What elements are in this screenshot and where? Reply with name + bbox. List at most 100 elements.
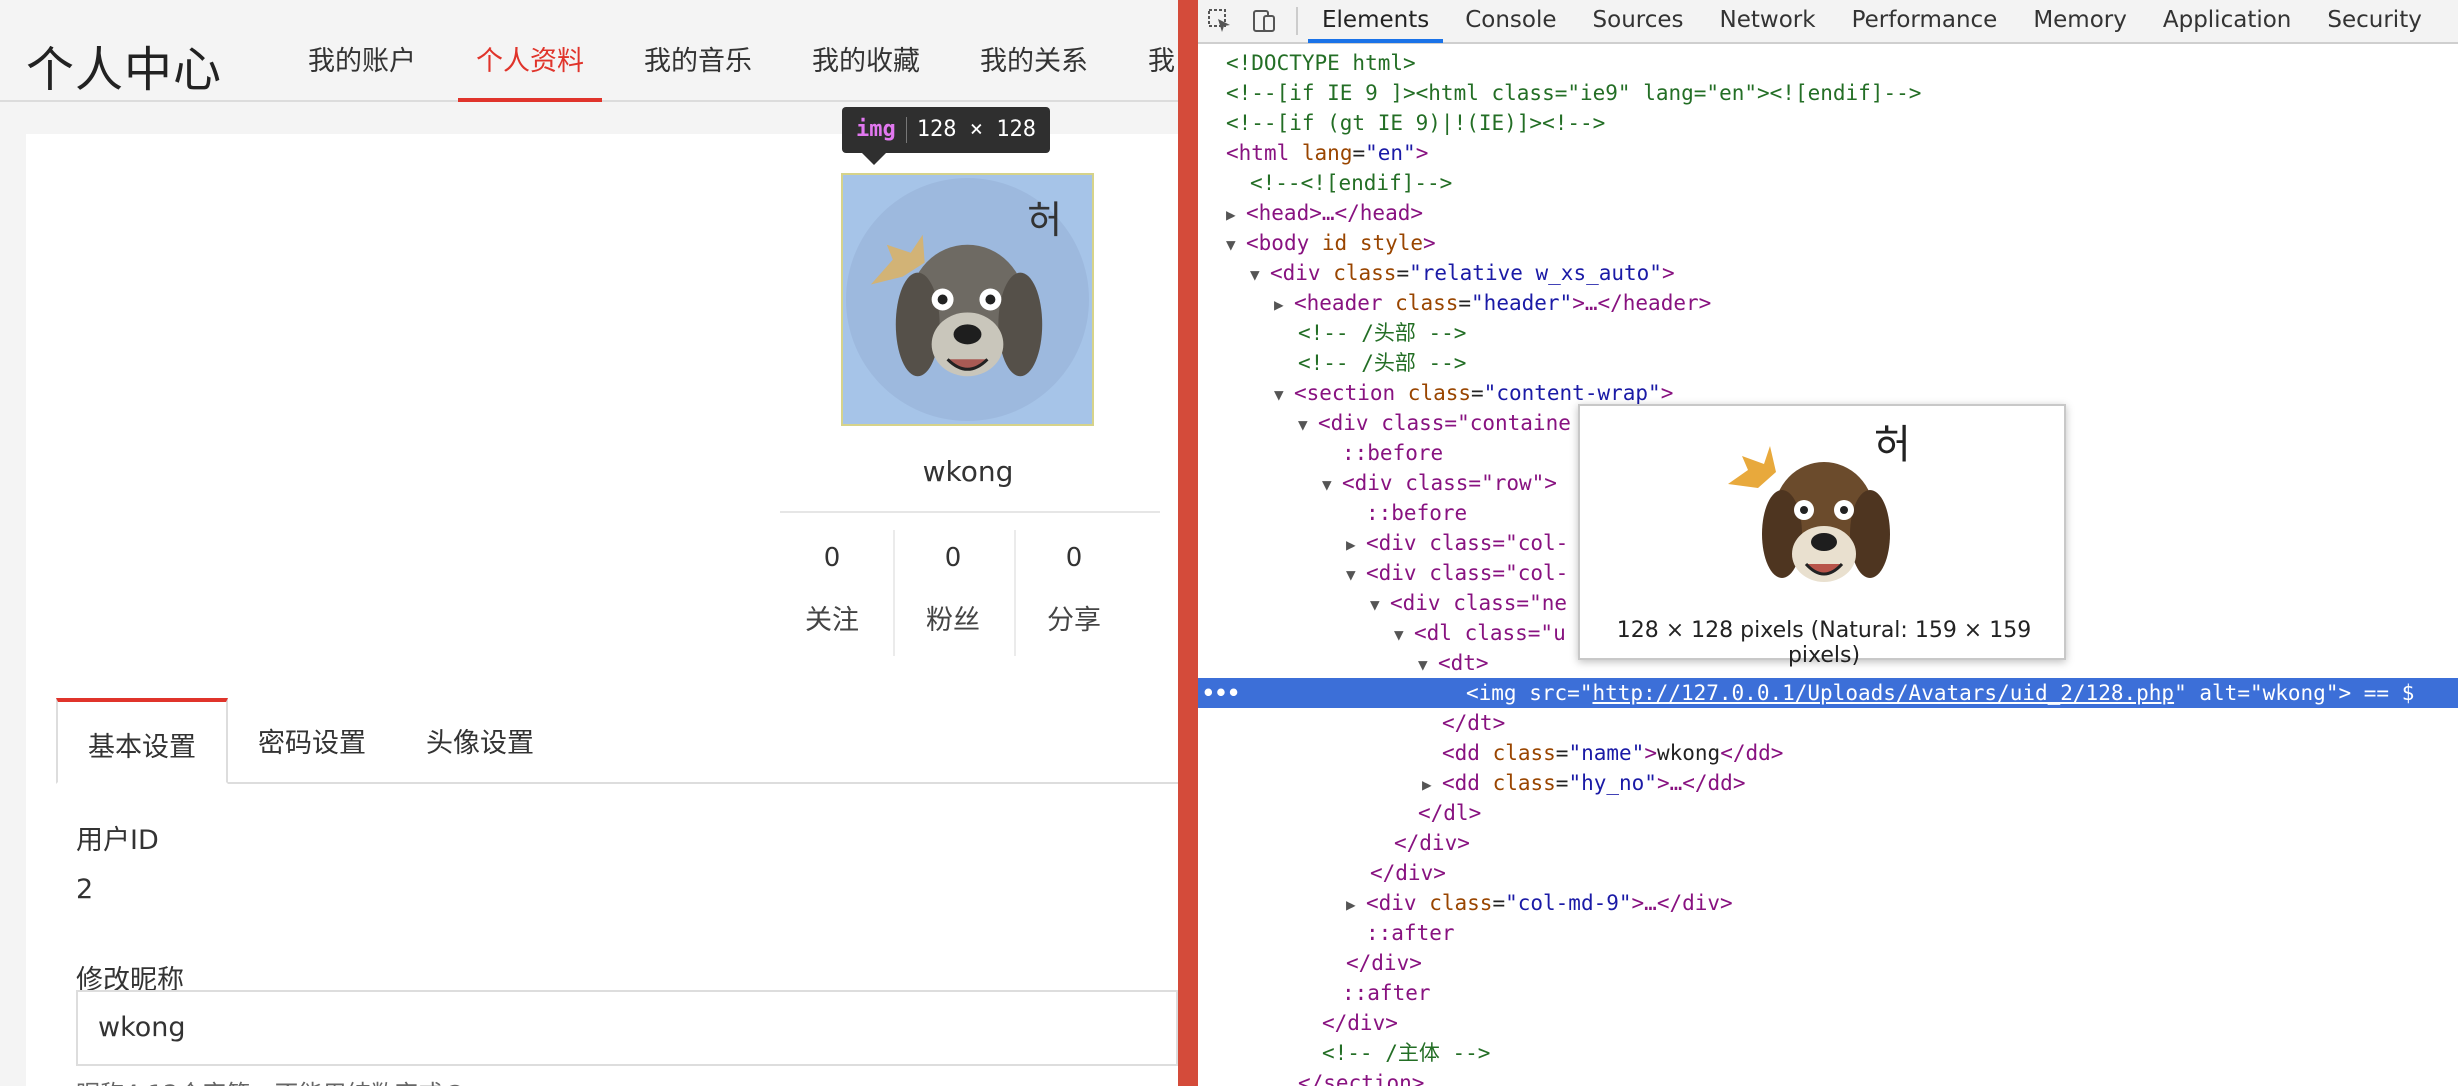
collapse-triangle-icon[interactable]: ▼: [1226, 230, 1246, 260]
img-src-link[interactable]: http://127.0.0.1/Uploads/Avatars/uid_2/1…: [1592, 681, 2174, 705]
avatar[interactable]: 허: [841, 173, 1094, 426]
dom-attr-value: "hy_no": [1568, 771, 1657, 795]
dom-comment: <!--[if IE 9 ]><html class="ie9" lang="e…: [1226, 81, 1922, 105]
profile-page: 个人中心 我的账户 个人资料 我的音乐 我的收藏 我的关系 我 img 128 ×…: [0, 0, 1178, 1086]
nav-my-music[interactable]: 我的音乐: [626, 0, 770, 102]
stat-shares-count: 0: [1065, 543, 1083, 573]
preview-avatar-text: 허: [1874, 422, 1911, 468]
page-title: 个人中心: [26, 42, 223, 98]
devtools-tab-elements[interactable]: Elements: [1308, 0, 1444, 43]
collapse-triangle-icon[interactable]: ▼: [1322, 470, 1342, 500]
collapse-triangle-icon[interactable]: ▼: [1298, 410, 1318, 440]
devtools-tab-console[interactable]: Console: [1451, 0, 1570, 43]
dom-line[interactable]: </div>: [1198, 948, 2458, 978]
dom-line[interactable]: ::after: [1198, 978, 2458, 1008]
more-options-icon[interactable]: •••: [1202, 678, 1240, 708]
nav-profile[interactable]: 个人资料: [458, 0, 602, 102]
dom-line[interactable]: <!-- /头部 -->: [1198, 348, 2458, 378]
nav-my-relations[interactable]: 我的关系: [962, 0, 1106, 102]
pane-splitter[interactable]: [1178, 0, 1198, 1086]
dom-line[interactable]: </div>: [1198, 1008, 2458, 1038]
dom-text: wkong: [1656, 741, 1721, 765]
nav-more[interactable]: 我: [1130, 0, 1178, 102]
dom-attr-value: "col-md-9": [1505, 891, 1632, 915]
top-bar: 个人中心 我的账户 个人资料 我的音乐 我的收藏 我的关系 我: [0, 0, 1178, 102]
dom-tag: <div class="col-: [1366, 561, 1569, 585]
collapse-triangle-icon[interactable]: ▼: [1250, 260, 1270, 290]
dom-line[interactable]: <!-- /头部 -->: [1198, 318, 2458, 348]
dom-line[interactable]: <!--[if IE 9 ]><html class="ie9" lang="e…: [1198, 78, 2458, 108]
devtools-panel: Elements Console Sources Network Perform…: [1198, 0, 2458, 1086]
expand-triangle-icon[interactable]: ▶: [1346, 530, 1366, 560]
device-toolbar-icon[interactable]: [1242, 0, 1286, 43]
dom-attr: id style: [1321, 231, 1424, 255]
dom-tag: <head>…</head>: [1246, 201, 1424, 225]
dom-line[interactable]: ▶ <header class="header">…</header>: [1198, 288, 2458, 318]
dom-line[interactable]: </dl>: [1198, 798, 2458, 828]
dom-line[interactable]: <dd class="name">wkong</dd>: [1198, 738, 2458, 768]
devtools-tab-sources[interactable]: Sources: [1579, 0, 1698, 43]
stat-following-label: 关注: [805, 605, 859, 636]
expand-triangle-icon[interactable]: ▶: [1422, 770, 1442, 800]
dog-preview-icon: 허: [1728, 422, 1911, 582]
toolbar-separator: [1296, 7, 1298, 35]
dom-line[interactable]: <!-- /主体 -->: [1198, 1038, 2458, 1068]
collapse-triangle-icon[interactable]: ▼: [1370, 590, 1390, 620]
nickname-input[interactable]: wkong: [76, 990, 1178, 1066]
dom-line[interactable]: ▶ <dd class="hy_no">…</dd>: [1198, 768, 2458, 798]
devtools-tab-security[interactable]: Security: [2313, 0, 2435, 43]
dom-line[interactable]: </div>: [1198, 828, 2458, 858]
devtools-tab-performance[interactable]: Performance: [1838, 0, 2012, 43]
stat-following[interactable]: 0 关注: [772, 530, 892, 656]
dom-comment: <!--[if (gt IE 9)|!(IE)]><!-->: [1226, 111, 1606, 135]
dom-line[interactable]: </dt>: [1198, 708, 2458, 738]
dom-line-selected[interactable]: ••• <img src="http://127.0.0.1/Uploads/Av…: [1198, 678, 2458, 708]
dom-line[interactable]: ▼ <div class="relative w_xs_auto">: [1198, 258, 2458, 288]
collapse-triangle-icon[interactable]: ▼: [1346, 560, 1366, 590]
dom-line[interactable]: </div>: [1198, 858, 2458, 888]
expand-triangle-icon[interactable]: ▶: [1274, 290, 1294, 320]
dom-line[interactable]: </section>: [1198, 1068, 2458, 1086]
collapse-triangle-icon[interactable]: ▼: [1274, 380, 1294, 410]
dom-line[interactable]: ▶ <head>…</head>: [1198, 198, 2458, 228]
dom-tag: </dt>: [1442, 711, 1506, 735]
tab-basic-settings[interactable]: 基本设置: [56, 698, 228, 784]
collapse-triangle-icon[interactable]: ▼: [1418, 650, 1438, 680]
user-id-label: 用户ID: [76, 825, 159, 856]
image-preview-popup: 허 128 × 128 pixels (Natural: 159 × 159 p…: [1578, 404, 2066, 668]
devtools-tab-application[interactable]: Application: [2149, 0, 2306, 43]
nav-my-favorites[interactable]: 我的收藏: [794, 0, 938, 102]
stat-followers[interactable]: 0 粉丝: [893, 530, 1013, 656]
dom-line[interactable]: ▶ <div class="col-md-9">…</div>: [1198, 888, 2458, 918]
nav-my-account[interactable]: 我的账户: [290, 0, 434, 102]
dom-doctype: <!DOCTYPE html>: [1226, 51, 1416, 75]
dom-line[interactable]: <!--[if (gt IE 9)|!(IE)]><!-->: [1198, 108, 2458, 138]
tab-avatar-settings[interactable]: 头像设置: [396, 698, 564, 784]
dom-line[interactable]: ::after: [1198, 918, 2458, 948]
devtools-tab-network[interactable]: Network: [1706, 0, 1830, 43]
dom-tag: body: [1258, 231, 1310, 255]
avatar-text: 허: [1027, 198, 1062, 242]
settings-tabs: 基本设置 密码设置 头像设置: [56, 698, 1178, 784]
expand-triangle-icon[interactable]: ▶: [1226, 200, 1246, 230]
collapse-triangle-icon[interactable]: ▼: [1394, 620, 1414, 650]
dom-comment: <!--<![endif]-->: [1250, 171, 1453, 195]
dog-avatar-icon: 허: [845, 177, 1090, 422]
dom-tag: <dl class="u: [1414, 621, 1566, 645]
tab-password-settings[interactable]: 密码设置: [228, 698, 396, 784]
stat-shares-label: 分享: [1047, 605, 1101, 636]
dom-tag: </dl>: [1418, 801, 1482, 825]
selected-marker: > == $: [2338, 681, 2415, 705]
dom-tag: <div class="col-: [1366, 531, 1569, 555]
devtools-tab-memory[interactable]: Memory: [2019, 0, 2141, 43]
dom-line[interactable]: <html lang="en">: [1198, 138, 2458, 168]
dom-tag: </div>: [1370, 861, 1446, 885]
dom-line[interactable]: ▼ <body id style>: [1198, 228, 2458, 258]
dom-attr: class: [1333, 261, 1397, 285]
stat-shares[interactable]: 0 分享: [1014, 530, 1134, 656]
inspect-element-icon[interactable]: [1198, 0, 1242, 43]
dom-line[interactable]: <!--<![endif]-->: [1198, 168, 2458, 198]
dom-line[interactable]: <!DOCTYPE html>: [1198, 48, 2458, 78]
dom-attr: lang: [1301, 141, 1353, 165]
expand-triangle-icon[interactable]: ▶: [1346, 890, 1366, 920]
